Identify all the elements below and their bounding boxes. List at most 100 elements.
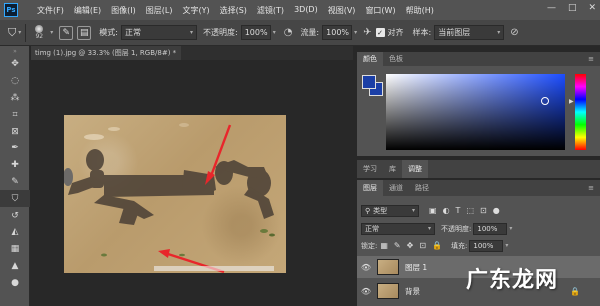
fill-chevron-icon[interactable]: ▾	[505, 242, 508, 249]
brush-picker-chevron-icon[interactable]: ▾	[50, 29, 53, 36]
menu-filter[interactable]: 滤镜(T)	[252, 5, 289, 16]
color-panel-tabs: 颜色 色板 ≡	[357, 52, 600, 66]
lock-position-icon[interactable]: ✥	[407, 241, 414, 250]
filter-toggle-icon[interactable]: ●	[493, 206, 500, 215]
tool-preset-chevron-icon[interactable]: ▾	[18, 29, 21, 36]
gradient-tool-icon[interactable]: ▦	[0, 241, 30, 258]
foreground-color-swatch[interactable]	[362, 75, 376, 89]
fill-value: 100%	[473, 241, 494, 250]
flow-value: 100%	[326, 28, 350, 37]
menu-image[interactable]: 图像(I)	[106, 5, 141, 16]
minimize-button[interactable]: —	[547, 3, 556, 13]
tab-learn[interactable]: 学习	[357, 160, 383, 178]
menu-3d[interactable]: 3D(D)	[289, 5, 323, 16]
fill-input[interactable]: 100%	[469, 239, 504, 252]
smart-object-filter-icon[interactable]: ⊡	[480, 206, 487, 215]
menu-file[interactable]: 文件(F)	[32, 5, 69, 16]
align-checkbox[interactable]: ✓	[375, 28, 385, 37]
menu-type[interactable]: 文字(Y)	[177, 5, 214, 16]
shadow-figure-silhouette	[68, 149, 274, 225]
layers-panel-tabs: 图层 通道 路径 ≡	[357, 180, 600, 196]
close-window-button[interactable]: ✕	[588, 3, 596, 13]
menu-window[interactable]: 窗口(W)	[360, 5, 400, 16]
menu-help[interactable]: 帮助(H)	[401, 5, 439, 16]
brush-tool-icon[interactable]: ✎	[0, 174, 30, 191]
brush-preset-picker[interactable]: 92	[30, 23, 48, 43]
menu-select[interactable]: 选择(S)	[215, 5, 252, 16]
panel-menu-icon[interactable]: ≡	[588, 55, 594, 63]
clone-stamp-tool-icon[interactable]: ⛉	[8, 26, 16, 40]
visibility-eye-icon[interactable]: 👁	[357, 263, 375, 272]
lock-image-icon[interactable]: ✎	[394, 241, 401, 250]
lock-row: 锁定: ▦ ✎ ✥ ⊡ 🔒 填充: 100% ▾	[357, 237, 508, 254]
shape-filter-icon[interactable]: ⬚	[466, 206, 474, 215]
visibility-eye-icon[interactable]: 👁	[357, 287, 375, 296]
dodge-tool-icon[interactable]: ●	[0, 274, 30, 291]
color-picker-cursor[interactable]	[541, 97, 549, 105]
maximize-button[interactable]: □	[568, 3, 577, 13]
opacity-chevron-icon[interactable]: ▾	[273, 29, 276, 36]
eyedropper-tool-icon[interactable]: ✒	[0, 140, 30, 157]
fill-label: 填充:	[451, 241, 468, 250]
tab-channels[interactable]: 通道	[383, 180, 409, 196]
tab-libraries[interactable]: 库	[383, 160, 402, 178]
quick-select-tool-icon[interactable]: ⁂	[0, 90, 30, 107]
layer-opacity-chevron-icon[interactable]: ▾	[509, 225, 512, 232]
toolbar-collapse-icon[interactable]: »	[0, 46, 30, 56]
canvas-photo[interactable]	[64, 115, 286, 273]
lock-artboard-icon[interactable]: ⊡	[419, 241, 426, 250]
layer-filter-select[interactable]: ⚲ 类型 ▾	[361, 204, 419, 217]
flow-input[interactable]: 100%	[322, 25, 353, 40]
frame-tool-icon[interactable]: ⊠	[0, 123, 30, 140]
tab-layers[interactable]: 图层	[357, 180, 383, 196]
blend-mode-select[interactable]: 正常 ▾	[361, 222, 435, 235]
document-tab[interactable]: timg (1).jpg @ 33.3% (图层 1, RGB/8#) * ×	[31, 46, 181, 60]
hue-slider[interactable]	[575, 74, 586, 150]
healing-brush-tool-icon[interactable]: ✚	[0, 157, 30, 174]
crop-tool-icon[interactable]: ⌗	[0, 106, 30, 123]
close-tab-icon[interactable]: ×	[180, 49, 181, 57]
photoshop-logo: Ps	[4, 3, 18, 17]
ignore-adjustment-layers-icon[interactable]: ⊘	[510, 27, 518, 38]
menu-view[interactable]: 视图(V)	[323, 5, 361, 16]
color-field-picker[interactable]	[386, 74, 565, 150]
flow-chevron-icon[interactable]: ▾	[354, 29, 357, 36]
annotation-arrows	[158, 124, 232, 273]
tab-color[interactable]: 颜色	[357, 52, 383, 66]
tab-swatches[interactable]: 色板	[383, 52, 409, 66]
layers-panel-menu-icon[interactable]: ≡	[588, 184, 594, 192]
layer-filter-row: ⚲ 类型 ▾ ▣ ◐ T ⬚ ⊡ ●	[357, 202, 503, 219]
layer-name: 图层 1	[405, 262, 428, 272]
move-tool-icon[interactable]: ✥	[0, 56, 30, 73]
lasso-tool-icon[interactable]: ◌	[0, 73, 30, 90]
layer-opacity-input[interactable]: 100%	[473, 222, 508, 235]
layer-name: 背景	[405, 286, 420, 296]
mode-select[interactable]: 正常 ▾	[120, 25, 197, 40]
pixel-filter-icon[interactable]: ▣	[429, 206, 437, 215]
pressure-opacity-icon[interactable]: ◔	[284, 27, 293, 38]
hue-slider-arrow-icon[interactable]: ▶	[569, 98, 574, 105]
clone-stamp-tool-button-icon[interactable]: ⛉	[0, 190, 30, 208]
opacity-input[interactable]: 100%	[240, 25, 271, 40]
adjustment-filter-icon[interactable]: ◐	[443, 206, 450, 215]
menu-layer[interactable]: 图层(L)	[141, 5, 178, 16]
tab-adjustments[interactable]: 调整	[402, 160, 428, 178]
history-brush-tool-icon[interactable]: ↺	[0, 207, 30, 224]
eraser-tool-icon[interactable]: ◭	[0, 224, 30, 241]
chevron-down-icon: ▾	[497, 29, 501, 36]
brush-settings-icon[interactable]: ✎	[59, 25, 74, 40]
menu-edit[interactable]: 编辑(E)	[69, 5, 106, 16]
tab-paths[interactable]: 路径	[409, 180, 435, 196]
type-filter-icon[interactable]: T	[456, 206, 461, 215]
lock-all-icon[interactable]: 🔒	[432, 241, 442, 250]
chevron-down-icon: ▾	[411, 207, 415, 214]
clone-source-icon[interactable]: ▤	[77, 25, 92, 40]
layer-opacity-value: 100%	[477, 224, 498, 233]
sample-label: 样本:	[412, 28, 432, 37]
layer-thumbnail	[377, 283, 399, 299]
blur-tool-icon[interactable]: ▲	[0, 258, 30, 275]
sample-select[interactable]: 当前图层 ▾	[434, 25, 505, 40]
mode-value: 正常	[124, 28, 141, 37]
airbrush-icon[interactable]: ✈	[363, 27, 371, 38]
lock-transparent-icon[interactable]: ▦	[380, 241, 388, 250]
